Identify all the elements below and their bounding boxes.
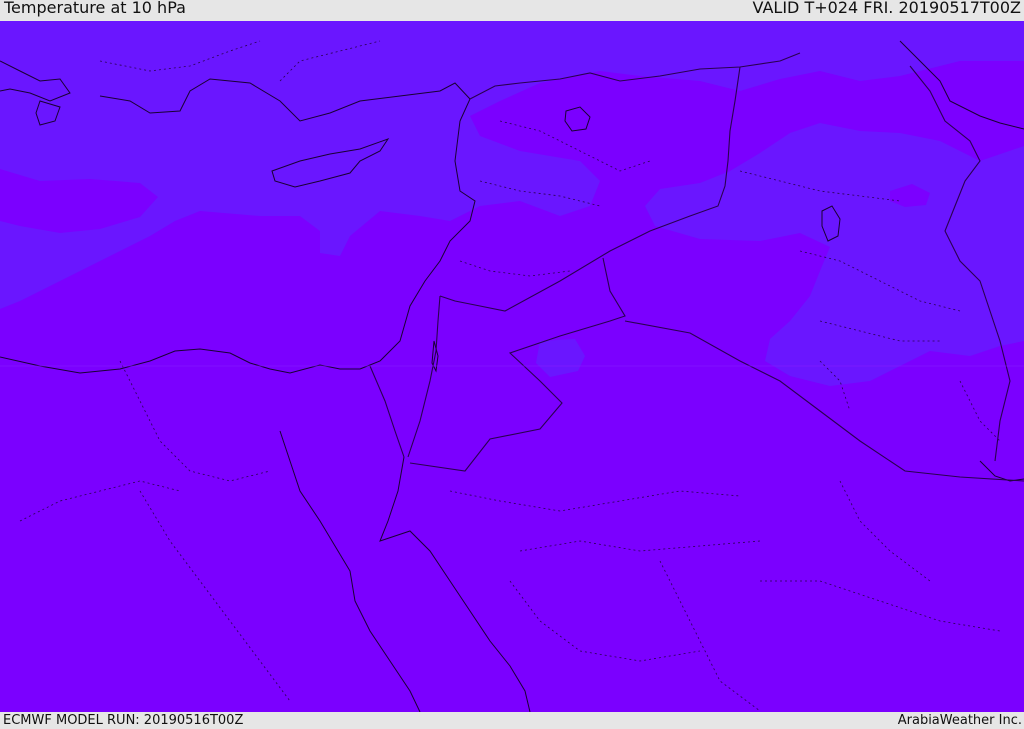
map-footer: ECMWF MODEL RUN: 20190516T00Z ArabiaWeat… <box>0 712 1024 729</box>
map-header: Temperature at 10 hPa VALID T+024 FRI. 2… <box>0 0 1024 21</box>
map-canvas <box>0 21 1024 712</box>
credit-label: ArabiaWeather Inc. <box>897 713 1022 728</box>
valid-time: VALID T+024 FRI. 20190517T00Z <box>752 0 1021 17</box>
model-run-label: ECMWF MODEL RUN: 20190516T00Z <box>3 713 244 728</box>
temperature-map <box>0 21 1024 712</box>
map-title: Temperature at 10 hPa <box>4 0 186 17</box>
